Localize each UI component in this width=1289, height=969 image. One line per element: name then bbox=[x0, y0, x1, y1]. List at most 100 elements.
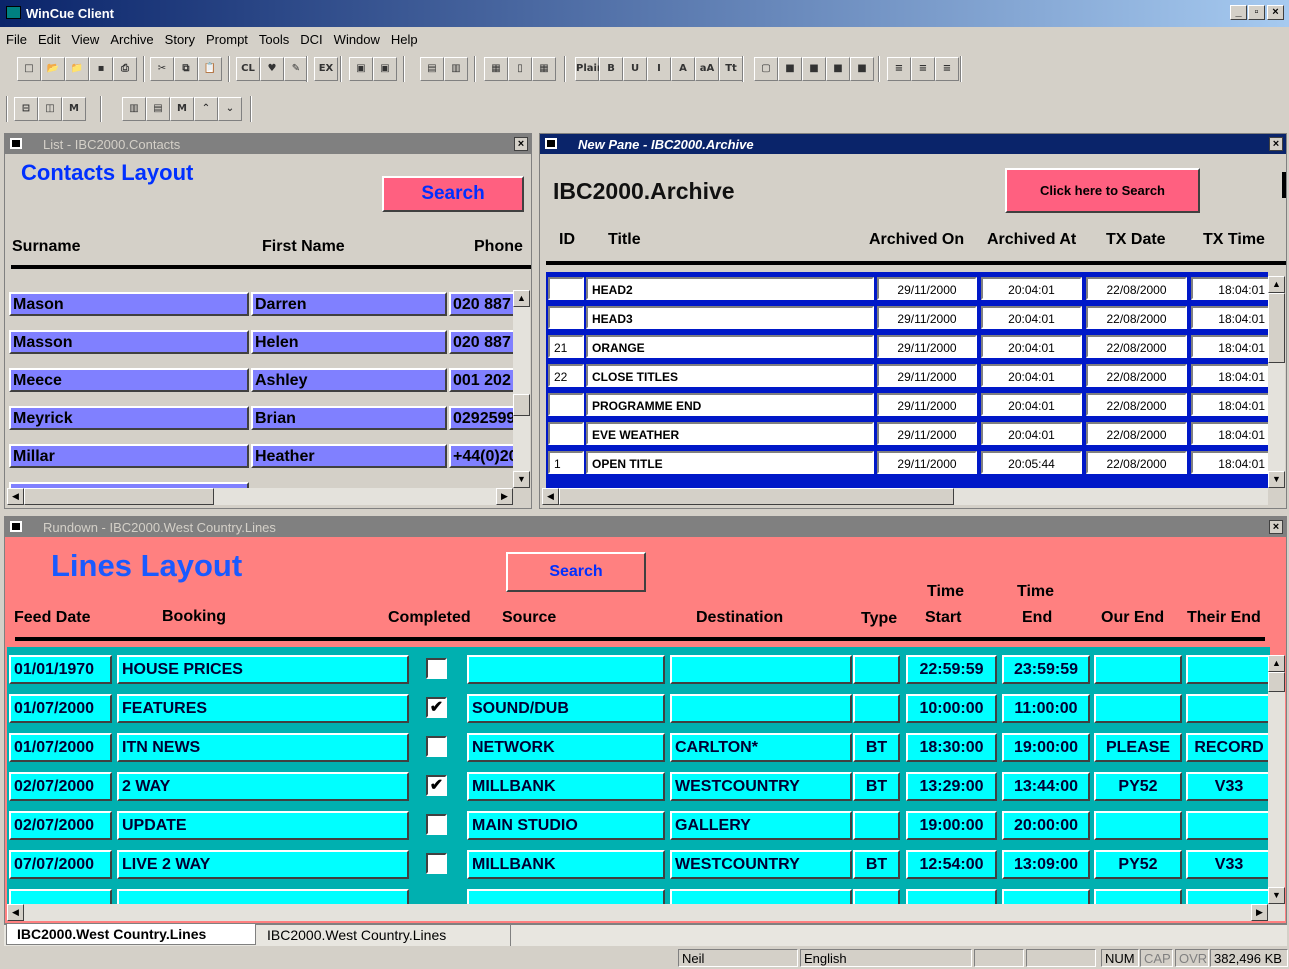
feed-date-cell[interactable]: 07/07/2000 bbox=[9, 850, 112, 879]
menu-window[interactable]: Window bbox=[328, 28, 385, 47]
first-name-cell[interactable]: Helen bbox=[251, 330, 447, 354]
tx-time-cell[interactable]: 18:04:01 bbox=[1191, 335, 1268, 358]
time-start-cell[interactable]: 18:30:00 bbox=[906, 733, 997, 762]
window-title-bar[interactable]: WinCue Client _ ▫ × bbox=[0, 0, 1289, 27]
destination-cell[interactable]: CARLTON* bbox=[670, 733, 852, 762]
tx-time-cell[interactable]: 18:04:01 bbox=[1191, 277, 1268, 300]
first-name-cell[interactable]: Ashley bbox=[251, 368, 447, 392]
open-red-folder-icon[interactable]: 📁 bbox=[65, 57, 89, 81]
table-row[interactable]: 02/07/2000 2 WAY MILLBANK WESTCOUNTRY BT 13:2… bbox=[7, 772, 1270, 802]
pane-menu-icon[interactable] bbox=[10, 138, 22, 149]
font-size-icon[interactable]: aA bbox=[695, 57, 719, 81]
prompt-alt-icon[interactable]: ▣ bbox=[373, 57, 397, 81]
underline-icon[interactable]: U bbox=[623, 57, 647, 81]
heart-icon[interactable]: ♥ bbox=[260, 57, 284, 81]
id-cell[interactable] bbox=[548, 422, 584, 445]
first-name-cell[interactable]: Heather bbox=[251, 444, 447, 468]
archived-on-cell[interactable]: 29/11/2000 bbox=[877, 306, 977, 329]
phone-cell[interactable]: 02925993 bbox=[449, 406, 515, 430]
surname-cell[interactable]: Millar bbox=[9, 444, 249, 468]
border-1-icon[interactable]: ■ bbox=[778, 57, 802, 81]
title-cell[interactable]: ORANGE bbox=[586, 335, 874, 358]
tx-date-cell[interactable]: 22/08/2000 bbox=[1086, 393, 1187, 416]
menu-file[interactable]: File bbox=[0, 28, 32, 47]
phone-cell[interactable]: 020 887 bbox=[449, 330, 515, 354]
phone-cell[interactable]: 001 202 bbox=[449, 368, 515, 392]
source-cell[interactable]: MILLBANK bbox=[467, 772, 665, 801]
list-icon[interactable]: ▤ bbox=[420, 57, 444, 81]
scroll-right-icon[interactable]: ▶ bbox=[1251, 904, 1268, 921]
italic-icon[interactable]: I bbox=[647, 57, 671, 81]
table-row[interactable]: 02/07/2000 UPDATE MAIN STUDIO GALLERY 19:00:… bbox=[7, 811, 1270, 841]
id-cell[interactable] bbox=[548, 277, 584, 300]
destination-cell[interactable] bbox=[670, 694, 852, 723]
list-item[interactable]: MeyrickBrian02925993 bbox=[5, 406, 515, 432]
scroll-up-icon[interactable]: ▲ bbox=[513, 290, 530, 307]
table-row[interactable]: 22 CLOSE TITLES 29/11/2000 20:04:01 22/08/20… bbox=[546, 364, 1268, 389]
list-item[interactable]: Meece Ashley 001 202 bbox=[5, 368, 515, 394]
time-end-cell[interactable]: 23:59:59 bbox=[1002, 655, 1090, 684]
table-row[interactable]: 01/07/2000 ITN NEWS NETWORK CARLTON* BT 18:30… bbox=[7, 733, 1270, 763]
id-cell[interactable]: 22 bbox=[548, 364, 584, 387]
archive-search-button[interactable]: Click here to Search bbox=[1005, 168, 1200, 213]
plain-icon[interactable]: Plain bbox=[575, 57, 604, 81]
rundown-vertical-scrollbar[interactable]: ▲ ▼ bbox=[1268, 655, 1285, 904]
type-cell[interactable] bbox=[853, 655, 900, 684]
our-end-cell[interactable] bbox=[1094, 655, 1182, 684]
phone-cell[interactable]: 020 887 bbox=[449, 292, 515, 316]
archived-on-cell[interactable]: 29/11/2000 bbox=[877, 335, 977, 358]
new-document-icon[interactable]: □ bbox=[17, 57, 41, 81]
align-right-icon[interactable]: ≡ bbox=[935, 57, 959, 81]
ex-icon[interactable]: EX bbox=[314, 57, 338, 81]
contacts-horizontal-scrollbar[interactable]: ◀ ▶ bbox=[7, 488, 513, 505]
archive-close-icon[interactable]: × bbox=[1269, 137, 1283, 151]
scroll-down-icon[interactable]: ▼ bbox=[513, 471, 530, 488]
type-cell[interactable]: BT bbox=[853, 733, 900, 762]
completed-checkbox[interactable] bbox=[426, 853, 447, 874]
table-row[interactable]: PROGRAMME END 29/11/2000 20:04:01 22/08/200… bbox=[546, 393, 1268, 418]
cut-icon[interactable]: ✂ bbox=[150, 57, 174, 81]
pane-menu-icon[interactable] bbox=[10, 521, 22, 532]
list-item[interactable]: Millar Heather +44(0)20 bbox=[5, 444, 515, 470]
title-cell[interactable]: HEAD2 bbox=[586, 277, 874, 300]
source-cell[interactable]: MILLBANK bbox=[467, 850, 665, 879]
scroll-down-icon[interactable]: ▼ bbox=[1268, 471, 1285, 488]
time-end-cell[interactable]: 19:00:00 bbox=[1002, 733, 1090, 762]
time-end-cell[interactable]: 13:09:00 bbox=[1002, 850, 1090, 879]
archive-horizontal-scrollbar[interactable]: ◀ bbox=[542, 488, 1268, 505]
completed-checkbox[interactable]: ✔ bbox=[426, 697, 447, 718]
booking-cell[interactable]: FEATURES bbox=[117, 694, 409, 723]
destination-cell[interactable] bbox=[670, 655, 852, 684]
border-none-icon[interactable]: ▢ bbox=[754, 57, 778, 81]
archived-on-cell[interactable]: 29/11/2000 bbox=[877, 364, 977, 387]
source-cell[interactable] bbox=[467, 655, 665, 684]
rundown-close-icon[interactable]: × bbox=[1269, 520, 1283, 534]
time-end-cell[interactable]: 13:44:00 bbox=[1002, 772, 1090, 801]
archive-vertical-scrollbar[interactable]: ▲ ▼ bbox=[1268, 276, 1285, 488]
id-cell[interactable] bbox=[548, 393, 584, 416]
our-end-cell[interactable]: PY52 bbox=[1094, 772, 1182, 801]
title-cell[interactable]: HEAD3 bbox=[586, 306, 874, 329]
time-start-cell[interactable]: 10:00:00 bbox=[906, 694, 997, 723]
completed-checkbox[interactable]: ✔ bbox=[426, 775, 447, 796]
type-cell[interactable] bbox=[853, 811, 900, 840]
table-row[interactable]: HEAD2 29/11/2000 20:04:01 22/08/2000 18:04:0… bbox=[546, 277, 1268, 302]
surname-cell[interactable]: Mason bbox=[9, 292, 249, 316]
scroll-right-icon[interactable]: ▶ bbox=[496, 488, 513, 505]
table-row[interactable]: 1 OPEN TITLE 29/11/2000 20:05:44 22/08/2000 1… bbox=[546, 451, 1268, 476]
menu-dci[interactable]: DCI bbox=[294, 28, 327, 47]
print-icon[interactable]: ⎙ bbox=[113, 57, 137, 81]
note-icon[interactable]: ✎ bbox=[284, 57, 308, 81]
table-row[interactable]: 07/07/2000 LIVE 2 WAY MILLBANK WESTCOUNTRY B… bbox=[7, 850, 1270, 880]
time-start-cell[interactable]: 12:54:00 bbox=[906, 850, 997, 879]
archived-on-cell[interactable]: 29/11/2000 bbox=[877, 422, 977, 445]
rundown-pane-titlebar[interactable]: Rundown - IBC2000.West Country.Lines × bbox=[5, 517, 1286, 537]
menu-prompt[interactable]: Prompt bbox=[200, 28, 253, 47]
completed-checkbox[interactable] bbox=[426, 658, 447, 679]
scroll-up-icon[interactable]: ▲ bbox=[1268, 655, 1285, 672]
zoom-in-icon[interactable]: ⌃ bbox=[194, 97, 218, 121]
feed-date-cell[interactable]: 01/07/2000 bbox=[9, 694, 112, 723]
tx-time-cell[interactable]: 18:04:01 bbox=[1191, 364, 1268, 387]
menu-tools[interactable]: Tools bbox=[253, 28, 294, 47]
rundown-horizontal-scrollbar[interactable]: ◀ ▶ bbox=[7, 904, 1285, 921]
